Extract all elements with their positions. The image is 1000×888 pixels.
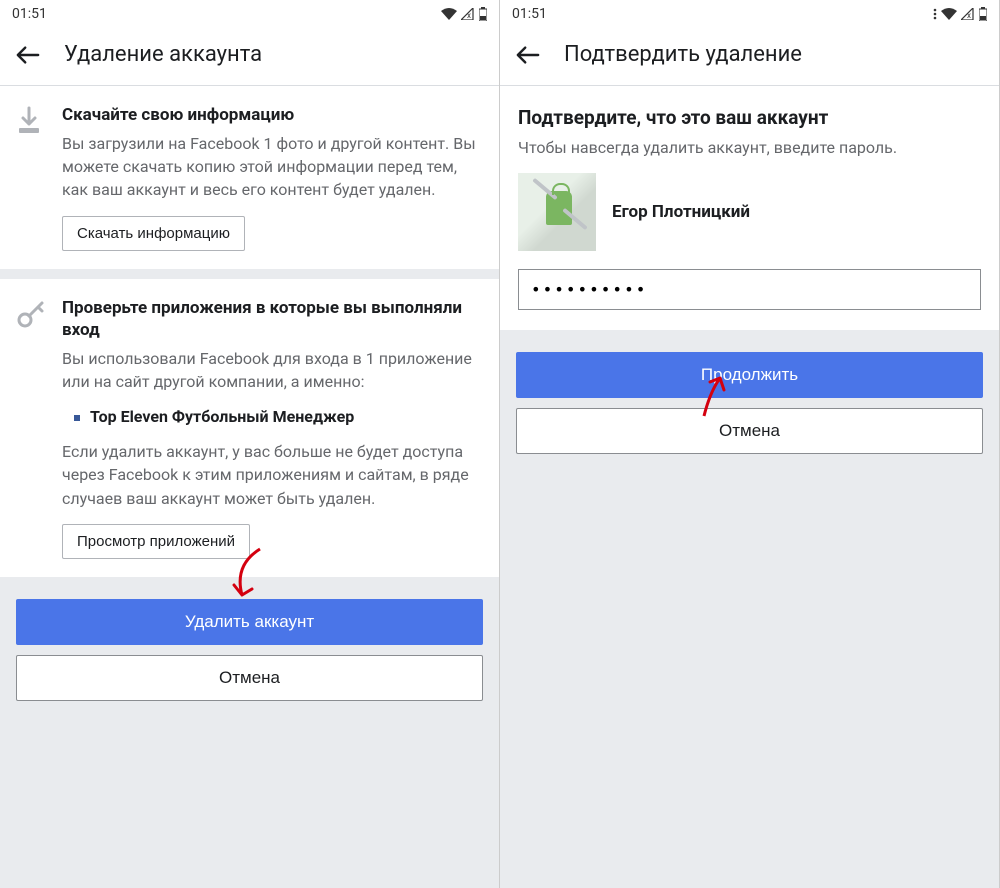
confirm-title: Подтвердите, что это ваш аккаунт xyxy=(518,106,981,129)
user-name: Егор Плотницкий xyxy=(612,202,750,222)
svg-text:x: x xyxy=(967,11,971,20)
header: Удаление аккаунта xyxy=(0,28,499,86)
screen-delete-account: 01:51 x Удаление аккаунта Скачайте свою … xyxy=(0,0,500,888)
signal-icon: x xyxy=(961,8,975,20)
battery-icon xyxy=(479,7,487,21)
status-bar: 01:51 x xyxy=(500,0,999,28)
svg-text:x: x xyxy=(467,11,471,20)
page-title: Удаление аккаунта xyxy=(64,42,262,67)
page-title: Подтвердить удаление xyxy=(564,42,802,67)
signal-icon: x xyxy=(461,8,475,20)
review-apps-card: Проверьте приложения в которые вы выполн… xyxy=(0,279,499,577)
avatar xyxy=(518,173,596,251)
download-title: Скачайте свою информацию xyxy=(62,104,483,126)
app-name: Top Eleven Футбольный Менеджер xyxy=(90,407,354,426)
download-info-button[interactable]: Скачать информацию xyxy=(62,216,245,251)
battery-icon xyxy=(979,7,987,21)
header: Подтвердить удаление xyxy=(500,28,999,86)
delete-account-button[interactable]: Удалить аккаунт xyxy=(16,599,483,645)
apps-text-before: Вы использовали Facebook для входа в 1 п… xyxy=(62,347,483,393)
status-bar: 01:51 x xyxy=(0,0,499,28)
app-list: Top Eleven Футбольный Менеджер xyxy=(74,407,483,426)
user-row: Егор Плотницкий xyxy=(518,173,981,251)
confirm-card: Подтвердите, что это ваш аккаунт Чтобы н… xyxy=(500,86,999,330)
bullet-icon xyxy=(74,415,80,421)
status-icons: x xyxy=(933,7,987,21)
wifi-icon xyxy=(441,8,457,20)
continue-button[interactable]: Продолжить xyxy=(516,352,983,398)
password-input[interactable] xyxy=(518,269,981,310)
screen-confirm-delete: 01:51 x Подтвердить удаление Подтвердите… xyxy=(500,0,1000,888)
confirm-subtitle: Чтобы навсегда удалить аккаунт, введите … xyxy=(518,137,981,159)
back-button[interactable] xyxy=(16,43,40,67)
download-icon xyxy=(16,106,48,136)
wifi-icon xyxy=(941,8,957,20)
more-icon xyxy=(933,8,937,20)
status-time: 01:51 xyxy=(12,6,47,22)
cancel-button[interactable]: Отмена xyxy=(516,408,983,454)
arrow-left-icon xyxy=(516,45,540,65)
download-info-card: Скачайте свою информацию Вы загрузили на… xyxy=(0,86,499,269)
spacer xyxy=(500,466,999,888)
cancel-button[interactable]: Отмена xyxy=(16,655,483,701)
key-icon xyxy=(16,299,48,329)
apps-text-after: Если удалить аккаунт, у вас больше не бу… xyxy=(62,440,483,510)
download-text: Вы загрузили на Facebook 1 фото и другой… xyxy=(62,132,483,202)
app-item: Top Eleven Футбольный Менеджер xyxy=(74,407,483,426)
arrow-left-icon xyxy=(16,45,40,65)
back-button[interactable] xyxy=(516,43,540,67)
status-time: 01:51 xyxy=(512,6,547,22)
view-apps-button[interactable]: Просмотр приложений xyxy=(62,524,250,559)
apps-title: Проверьте приложения в которые вы выполн… xyxy=(62,297,483,341)
footer-left: Удалить аккаунт Отмена xyxy=(0,587,499,713)
status-icons: x xyxy=(441,7,487,21)
footer-right: Продолжить Отмена xyxy=(500,340,999,466)
